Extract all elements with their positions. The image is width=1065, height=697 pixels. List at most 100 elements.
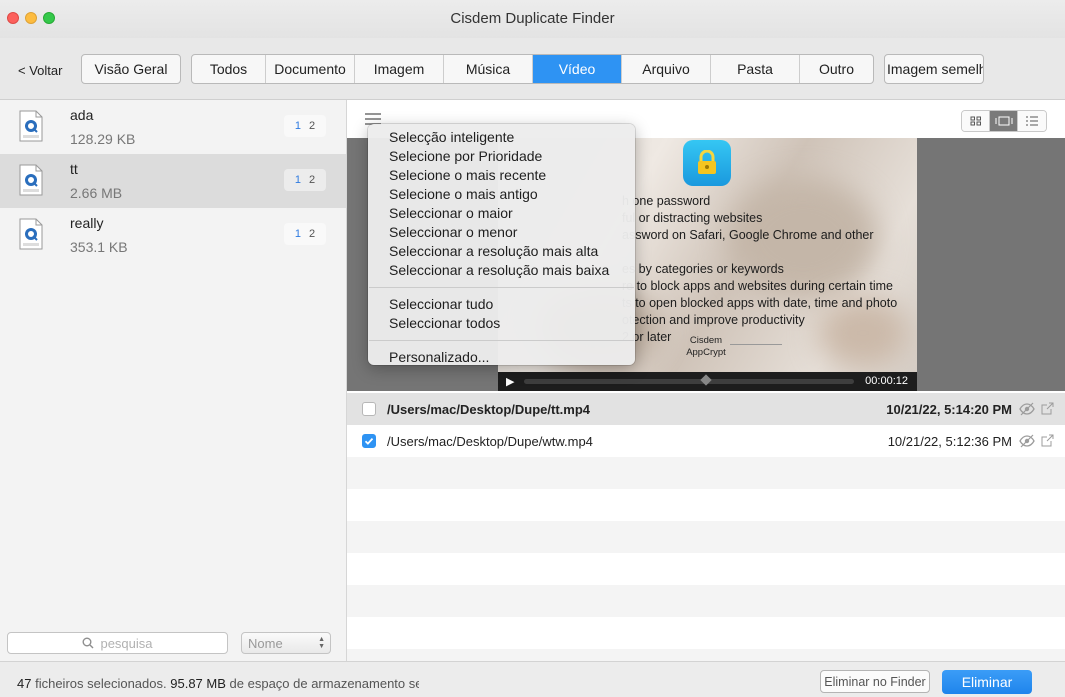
search-placeholder: pesquisa [100, 635, 153, 651]
video-file-icon [19, 164, 43, 196]
frame-text-line: re to block apps and websites during cer… [622, 279, 893, 293]
select-arrows-icon: ▲ ▼ [318, 636, 325, 650]
table-row[interactable]: /Users/mac/Desktop/Dupe/wtw.mp4 10/21/22… [347, 425, 1065, 457]
menu-item-select-everything[interactable]: Seleccionar todos [368, 314, 635, 333]
toolbar: < Voltar Visão Geral Todos Documento Ima… [0, 38, 1065, 100]
video-file-icon [19, 218, 43, 250]
file-checkbox[interactable] [362, 402, 376, 416]
play-button[interactable]: ▶ [506, 375, 514, 388]
progress-thumb[interactable] [699, 374, 712, 386]
selected-count: 1 [294, 174, 301, 186]
video-file-icon [19, 110, 43, 142]
empty-row [347, 585, 1065, 617]
total-count: 2 [309, 120, 316, 132]
table-row[interactable]: /Users/mac/Desktop/Dupe/tt.mp4 10/21/22,… [347, 393, 1065, 425]
brand-logo: Cisdem AppCrypt [684, 335, 728, 359]
file-date: 10/21/22, 5:12:36 PM [887, 434, 1012, 449]
list-view-button[interactable] [1018, 111, 1046, 131]
tab-imagem[interactable]: Imagem [355, 55, 444, 83]
sort-select-value: Nome [248, 635, 283, 651]
freed-space-text: de espaço de armazenamento será libertad… [229, 676, 419, 691]
delete-button[interactable]: Eliminar [942, 670, 1032, 694]
selected-file-count: 47 [17, 676, 32, 691]
file-size: 128.29 KB [70, 131, 136, 147]
similar-images-button[interactable]: Imagem semelhante [884, 54, 984, 84]
file-checkbox[interactable] [362, 434, 376, 448]
file-name: ada [70, 107, 94, 123]
video-progress-slider[interactable] [524, 374, 854, 386]
sidebar: ada 128.29 KB 1 2 tt 2.66 MB 1 2 really … [0, 100, 347, 661]
window-title: Cisdem Duplicate Finder [450, 10, 615, 27]
selection-dropdown-menu: Selecção inteligente Selecione por Prior… [368, 124, 635, 365]
menu-separator [369, 287, 634, 288]
overview-button[interactable]: Visão Geral [81, 54, 181, 84]
selected-count: 1 [294, 120, 301, 132]
frame-text-line: h one password [622, 194, 711, 208]
video-frame-text: h one password ful or distracting websit… [622, 193, 897, 346]
delete-in-finder-button[interactable]: Eliminar no Finder [820, 670, 930, 693]
brand-divider [730, 344, 782, 345]
frame-text-line [622, 244, 897, 261]
freed-space-size: 95.87 MB [170, 676, 226, 691]
menu-item-select-all[interactable]: Seleccionar tudo [368, 295, 635, 314]
frame-text-line: assword on Safari, Google Chrome and oth… [622, 228, 874, 242]
menu-item-largest[interactable]: Seleccionar o maior [368, 204, 635, 223]
empty-row [347, 649, 1065, 661]
sidebar-file-item[interactable]: tt 2.66 MB 1 2 [0, 154, 346, 208]
sort-select[interactable]: Nome ▲ ▼ [241, 632, 331, 654]
menu-item-smallest[interactable]: Seleccionar o menor [368, 223, 635, 242]
brand-product: AppCrypt [686, 347, 726, 358]
empty-row [347, 553, 1065, 585]
title-bar: Cisdem Duplicate Finder [0, 0, 1065, 38]
checkmark-icon [364, 437, 374, 445]
back-button[interactable]: < Voltar [18, 63, 62, 78]
list-view-icon [1026, 116, 1038, 126]
open-external-icon[interactable] [1041, 434, 1054, 447]
grid-view-button[interactable] [962, 111, 990, 131]
tab-musica[interactable]: Música [444, 55, 533, 83]
open-external-icon[interactable] [1041, 402, 1054, 415]
frame-text-line: otection and improve productivity [622, 313, 805, 327]
video-controls: ▶ 00:00:12 [498, 372, 917, 391]
tab-todos[interactable]: Todos [192, 55, 266, 83]
preview-view-icon [995, 116, 1012, 126]
preview-view-button[interactable] [990, 111, 1018, 131]
menu-separator [369, 340, 634, 341]
view-mode-switcher [961, 110, 1047, 132]
duplicate-file-list: /Users/mac/Desktop/Dupe/tt.mp4 10/21/22,… [347, 393, 1065, 661]
menu-item-highest-resolution[interactable]: Seleccionar a resolução mais alta [368, 242, 635, 261]
menu-item-newest[interactable]: Selecione o mais recente [368, 166, 635, 185]
file-path: /Users/mac/Desktop/Dupe/wtw.mp4 [387, 434, 593, 449]
file-path: /Users/mac/Desktop/Dupe/tt.mp4 [387, 402, 591, 417]
tab-documento[interactable]: Documento [266, 55, 355, 83]
file-name: tt [70, 161, 78, 177]
duplicate-count-badge: 1 2 [284, 115, 326, 137]
menu-item-lowest-resolution[interactable]: Seleccionar a resolução mais baixa [368, 261, 635, 280]
search-input[interactable]: pesquisa [7, 632, 228, 654]
menu-item-by-priority[interactable]: Selecione por Prioridade [368, 147, 635, 166]
file-date: 10/21/22, 5:14:20 PM [886, 402, 1012, 417]
sidebar-file-item[interactable]: ada 128.29 KB 1 2 [0, 100, 346, 154]
frame-text-line: ts to open blocked apps with date, time … [622, 296, 898, 310]
total-count: 2 [309, 174, 316, 186]
category-tabs: Todos Documento Imagem Música Vídeo Arqu… [191, 54, 874, 84]
selected-files-text: ficheiros selecionados. [35, 676, 167, 691]
menu-item-custom[interactable]: Personalizado... [368, 348, 635, 367]
file-size: 353.1 KB [70, 239, 128, 255]
empty-row [347, 489, 1065, 521]
tab-pasta[interactable]: Pasta [711, 55, 800, 83]
preview-eye-icon[interactable] [1019, 402, 1035, 416]
sidebar-file-item[interactable]: really 353.1 KB 1 2 [0, 208, 346, 262]
grid-view-icon [970, 116, 981, 126]
empty-row [347, 521, 1065, 553]
menu-item-smart-selection[interactable]: Selecção inteligente [368, 128, 635, 147]
status-bar: 47 ficheiros selecionados. 95.87 MB de e… [0, 661, 1065, 697]
menu-item-oldest[interactable]: Selecione o mais antigo [368, 185, 635, 204]
tab-arquivo[interactable]: Arquivo [622, 55, 711, 83]
selection-status: 47 ficheiros selecionados. 95.87 MB de e… [17, 676, 419, 691]
duplicate-count-badge: 1 2 [284, 169, 326, 191]
preview-eye-icon[interactable] [1019, 434, 1035, 448]
tab-video[interactable]: Vídeo [533, 55, 622, 83]
tab-outro[interactable]: Outro [800, 55, 873, 83]
duplicate-count-badge: 1 2 [284, 223, 326, 245]
